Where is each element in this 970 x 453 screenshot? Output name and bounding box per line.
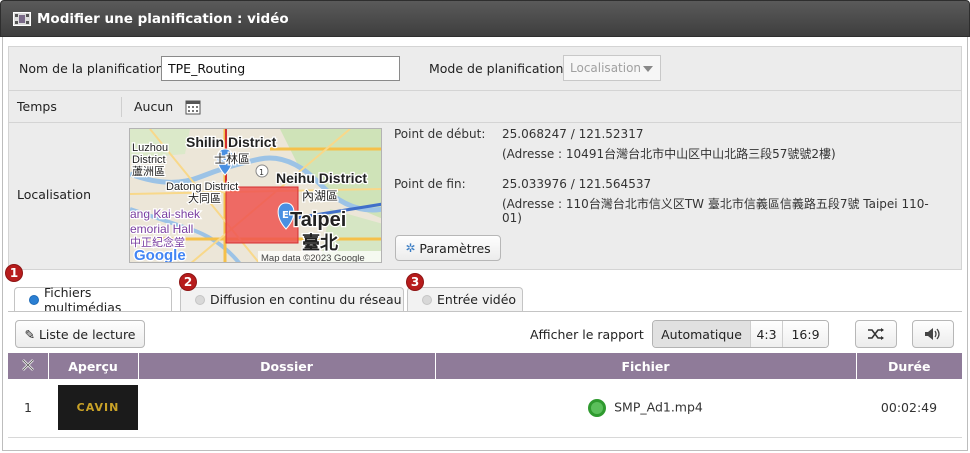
radio-on-icon [29, 295, 39, 305]
name-row: Nom de la planification Mode de planific… [9, 47, 961, 91]
step-badge: 3 [406, 273, 424, 291]
media-table: Aperçu Dossier Fichier Durée 1 CAVIN SMP… [8, 353, 962, 438]
mode-label: Mode de planification [429, 61, 564, 76]
time-label: Temps [17, 99, 57, 114]
step-badge: 1 [5, 264, 23, 282]
gear-icon: ✲ [405, 241, 416, 255]
shuffle-button[interactable] [855, 320, 897, 348]
divider [8, 311, 962, 312]
file-cell: SMP_Ad1.mp4 [435, 379, 856, 438]
map-label: Neihu District [276, 170, 367, 186]
playlist-button[interactable]: ✎ Liste de lecture [15, 320, 145, 348]
table-header-row: Aperçu Dossier Fichier Durée [8, 353, 962, 379]
film-icon [13, 11, 31, 26]
map-label: 內湖區 [302, 188, 338, 203]
name-label: Nom de la planification [19, 61, 164, 76]
duration-cell: 00:02:49 [856, 379, 962, 438]
ratio-option-4-3[interactable]: 4:3 [751, 321, 783, 347]
start-point-label: Point de début: [394, 127, 486, 141]
step-badge: 2 [179, 273, 197, 291]
tab-media-files[interactable]: Fichiers multimédias [14, 285, 172, 315]
parameters-button[interactable]: ✲ Paramètres [395, 235, 501, 261]
status-ok-icon [588, 398, 607, 417]
start-coords: 25.068247 / 121.52317 [502, 127, 644, 141]
playlist-button-label: Liste de lecture [38, 326, 136, 342]
time-row: Temps Aucun [9, 91, 961, 123]
end-address: (Adresse : 110台灣台北市信义区TW 臺北市信義區信義路五段7號 T… [502, 197, 929, 225]
window-titlebar: Modifier une planification : vidéo [0, 0, 970, 37]
column-header-folder[interactable]: Dossier [138, 353, 436, 379]
edit-icon: ✎ [24, 326, 35, 342]
calendar-icon[interactable] [185, 99, 201, 115]
tab-label: Diffusion en continu du réseau [210, 292, 402, 307]
tab-network-streaming[interactable]: Diffusion en continu du réseau [180, 287, 404, 311]
location-row: Localisation 1 S E Shilin District 士林區 L… [9, 123, 961, 269]
map-label: Luzhou [132, 142, 168, 154]
volume-button[interactable] [912, 320, 954, 348]
table-row[interactable]: 1 CAVIN SMP_Ad1.mp4 00:02:49 [8, 379, 962, 438]
ratio-segmented-control: Automatique 4:3 16:9 [652, 320, 829, 348]
map-label: Shilin District [186, 134, 277, 150]
thumbnail[interactable]: CAVIN [58, 385, 138, 431]
column-header-file[interactable]: Fichier [435, 353, 857, 379]
remove-all-header[interactable] [8, 353, 49, 379]
tab-label: Entrée vidéo [437, 292, 517, 307]
start-address: (Adresse : 10491台灣台北市中山区中山北路三段57號號2樓) [502, 147, 836, 161]
close-icon [21, 358, 34, 371]
divider [121, 97, 122, 117]
schedule-name-input[interactable] [161, 56, 400, 81]
map-label: emorial Hall [130, 222, 193, 236]
end-marker-label: E [282, 210, 289, 221]
column-header-preview[interactable]: Aperçu [48, 353, 139, 379]
schedule-info-table: Nom de la planification Mode de planific… [8, 46, 962, 270]
map-label: 大同區 [188, 191, 221, 205]
mode-select-value: Localisation [570, 61, 642, 75]
map-label: 臺北 [302, 232, 338, 253]
map-attribution: Map data ©2023 Google [261, 253, 365, 263]
map-label: Datong District [166, 181, 238, 193]
ratio-option-16-9[interactable]: 16:9 [783, 321, 828, 347]
mode-select[interactable]: Localisation [563, 55, 661, 81]
preview-cell: CAVIN [48, 379, 138, 438]
map-label: 蘆洲區 [132, 164, 165, 178]
map-label: District [132, 154, 166, 166]
row-index: 1 [8, 379, 48, 438]
file-name: SMP_Ad1.mp4 [614, 399, 703, 415]
end-point-label: Point de fin: [394, 177, 466, 191]
thumbnail-logo-text: CAVIN [76, 401, 120, 415]
column-header-duration[interactable]: Durée [856, 353, 962, 379]
road-badge: 1 [259, 168, 264, 177]
route-map[interactable]: 1 S E Shilin District 士林區 Luzhou Distric… [129, 128, 382, 263]
location-label: Localisation [17, 187, 91, 202]
ratio-label: Afficher le rapport [530, 327, 644, 342]
tab-video-input[interactable]: Entrée vidéo [407, 287, 523, 311]
google-logo: Google [134, 247, 186, 263]
folder-cell [138, 379, 435, 438]
parameters-button-label: Paramètres [419, 240, 491, 256]
map-label: Taipei [290, 209, 346, 231]
map-label: ang Kai-shek [130, 207, 201, 221]
time-value: Aucun [134, 99, 174, 114]
map-label: 士林區 [214, 152, 250, 166]
end-coords: 25.033976 / 121.564537 [502, 177, 652, 191]
volume-icon [925, 328, 940, 340]
radio-off-icon [422, 294, 432, 305]
window-title: Modifier une planification : vidéo [37, 10, 289, 27]
radio-off-icon [195, 294, 205, 305]
shuffle-icon [868, 328, 884, 340]
chevron-down-icon [643, 66, 653, 72]
ratio-option-auto[interactable]: Automatique [653, 321, 751, 347]
